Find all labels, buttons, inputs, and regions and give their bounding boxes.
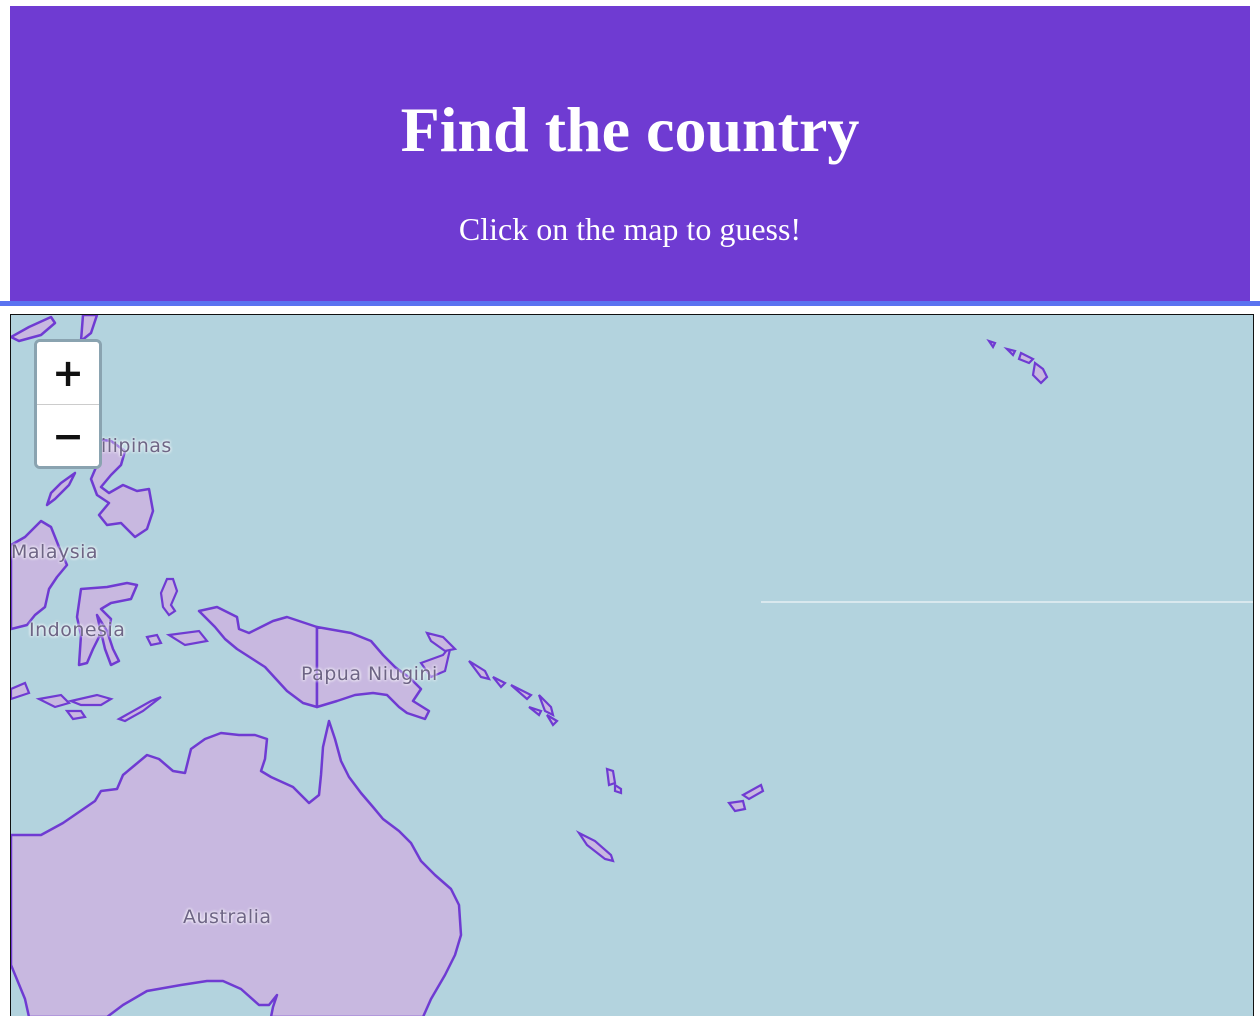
country-fiji-2: [740, 783, 765, 801]
country-new-guinea-west: [197, 605, 319, 709]
country-solomon-5: [528, 705, 543, 717]
country-solomon-6: [546, 714, 559, 727]
country-philippines-palawan: [45, 471, 77, 507]
label-australia: Australia: [183, 906, 272, 928]
country-new-ireland: [424, 631, 458, 653]
label-philippines: Filipinas: [91, 435, 172, 457]
country-solomon-1: [468, 660, 492, 681]
country-java-east: [11, 681, 31, 701]
zoom-control: + −: [34, 339, 102, 469]
page-subtitle: Click on the map to guess!: [458, 211, 802, 247]
map[interactable]: Filipinas Malaysia Indonesia Papua Niugi…: [10, 314, 1254, 1016]
country-sumba: [64, 709, 87, 721]
country-solomon-2: [492, 676, 507, 689]
country-flores: [67, 693, 114, 707]
page: Find the country Click on the map to gue…: [0, 0, 1260, 1016]
country-halmahera: [159, 577, 179, 617]
country-australia: [11, 719, 463, 1016]
country-luzon-north: [79, 315, 99, 343]
country-seram: [165, 629, 210, 647]
country-buru: [145, 633, 163, 647]
country-hawaii-oahu: [1003, 346, 1017, 357]
header: Find the country Click on the map to gue…: [10, 6, 1250, 302]
country-fiji-1: [727, 799, 747, 813]
country-timor: [116, 695, 162, 723]
header-divider: [0, 301, 1260, 306]
country-sumbawa: [35, 693, 72, 709]
country-hawaii-big: [1031, 361, 1049, 385]
country-vanuatu-2: [613, 782, 623, 795]
country-solomon-3: [510, 684, 533, 701]
country-hawaii-kauai: [986, 338, 997, 350]
label-papua-new-guinea: Papua Niugini: [301, 663, 438, 685]
label-indonesia: Indonesia: [29, 619, 126, 641]
country-hawaii-maui: [1017, 351, 1035, 365]
country-borneo: [11, 519, 69, 631]
zoom-in-button[interactable]: +: [37, 342, 99, 404]
country-vanuatu-1: [605, 767, 617, 787]
label-malaysia: Malaysia: [11, 541, 99, 563]
country-taiwan: [11, 315, 57, 343]
zoom-out-button[interactable]: −: [37, 404, 99, 466]
page-title: Find the country: [400, 94, 860, 165]
country-new-caledonia: [575, 830, 615, 863]
